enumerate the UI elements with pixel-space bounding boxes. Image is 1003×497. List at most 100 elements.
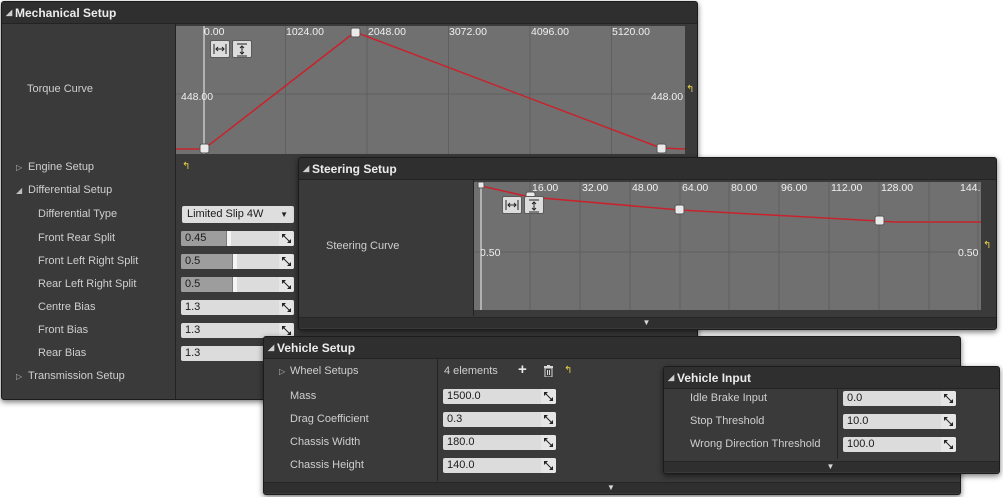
spin-arrows-icon[interactable]: [279, 231, 294, 246]
steering-curve-graph[interactable]: 16.00 32.00 48.00 64.00 80.00 96.00 112.…: [474, 182, 981, 310]
wheel-setups-count: 4 elements: [444, 365, 498, 377]
trash-icon[interactable]: [543, 365, 554, 377]
vehicle-input-panel: ◢ Vehicle Input Idle Brake Input 0.0 Sto…: [663, 366, 1000, 474]
steering-key-point[interactable]: [477, 182, 485, 189]
torque-key-point[interactable]: [350, 27, 361, 38]
rear-left-right-split-slider[interactable]: 0.5: [181, 277, 294, 292]
front-bias-label: Front Bias: [38, 324, 89, 336]
rear-left-right-split-value: 0.5: [185, 278, 201, 290]
engine-setup-label[interactable]: Engine Setup: [28, 161, 94, 173]
column-divider[interactable]: [837, 389, 838, 459]
spin-arrows-icon[interactable]: [541, 412, 556, 427]
vehicle-setup-header[interactable]: ◢ Vehicle Setup: [264, 337, 960, 359]
steering-tick-label: 48.00: [632, 182, 659, 194]
spin-arrows-icon[interactable]: [541, 389, 556, 404]
spin-arrows-icon[interactable]: [279, 254, 294, 269]
wrong-direction-threshold-value: 100.0: [847, 438, 875, 450]
expand-triangle-icon[interactable]: ▷: [279, 367, 285, 376]
collapse-triangle-icon[interactable]: ◢: [303, 158, 309, 180]
wheel-setups-label[interactable]: Wheel Setups: [290, 365, 358, 377]
mechanical-setup-header[interactable]: ◢ Mechanical Setup: [2, 2, 697, 24]
spin-arrows-icon[interactable]: [279, 277, 294, 292]
chevron-down-icon[interactable]: ▼: [607, 483, 615, 493]
chassis-width-label: Chassis Width: [290, 436, 361, 448]
expand-triangle-icon[interactable]: ▷: [16, 163, 22, 172]
wrong-direction-threshold-field[interactable]: 100.0: [843, 437, 956, 452]
drag-coefficient-label: Drag Coefficient: [290, 413, 369, 425]
idle-brake-input-field[interactable]: 0.0: [843, 391, 956, 406]
steering-setup-header[interactable]: ◢ Steering Setup: [299, 158, 996, 180]
wheel-setups-reset-icon[interactable]: ↰: [564, 365, 572, 376]
centre-bias-field[interactable]: 1.3: [181, 300, 294, 315]
front-left-right-split-slider[interactable]: 0.5: [181, 254, 294, 269]
column-divider[interactable]: [437, 359, 438, 481]
spin-arrows-icon[interactable]: [279, 300, 294, 315]
collapse-triangle-icon[interactable]: ◢: [16, 186, 22, 195]
front-rear-split-value: 0.45: [185, 232, 207, 244]
plus-icon[interactable]: +: [518, 361, 527, 378]
stop-threshold-field[interactable]: 10.0: [843, 414, 956, 429]
torque-reset-icon[interactable]: ↰: [686, 84, 694, 95]
fit-vertical-button[interactable]: [232, 40, 252, 58]
collapse-triangle-icon[interactable]: ◢: [268, 337, 274, 359]
engine-setup-reset-icon[interactable]: ↰: [182, 161, 190, 172]
torque-tick-label: 4096.00: [531, 26, 569, 38]
front-left-right-split-label: Front Left Right Split: [38, 255, 139, 267]
differential-type-label: Differential Type: [38, 208, 118, 220]
torque-tick-label: 2048.00: [368, 26, 406, 38]
spin-arrows-icon[interactable]: [541, 435, 556, 450]
spin-arrows-icon[interactable]: [941, 391, 956, 406]
torque-curve-graph[interactable]: 0.00 1024.00 2048.00 3072.00 4096.00 512…: [176, 26, 685, 154]
spin-arrows-icon[interactable]: [941, 414, 956, 429]
differential-type-value: Limited Slip 4W: [187, 208, 264, 220]
expand-triangle-icon[interactable]: ▷: [16, 372, 22, 381]
steering-tick-label: 32.00: [582, 182, 609, 194]
idle-brake-input-label: Idle Brake Input: [690, 392, 768, 404]
chassis-height-value: 140.0: [447, 459, 475, 471]
torque-tick-label: 5120.00: [612, 26, 650, 38]
vehicle-footer-bar[interactable]: ▼: [264, 482, 960, 493]
drag-coefficient-field[interactable]: 0.3: [443, 412, 556, 427]
fit-horizontal-icon: [213, 44, 227, 54]
chassis-height-label: Chassis Height: [290, 459, 364, 471]
vehicle-input-footer-bar[interactable]: ▼: [664, 461, 999, 472]
differential-setup-label[interactable]: Differential Setup: [28, 184, 112, 196]
transmission-setup-label[interactable]: Transmission Setup: [28, 370, 125, 382]
torque-curve-svg: [176, 26, 685, 154]
spin-arrows-icon[interactable]: [541, 458, 556, 473]
mass-value: 1500.0: [447, 390, 481, 402]
collapse-triangle-icon[interactable]: ◢: [6, 2, 12, 24]
steering-key-point[interactable]: [874, 215, 885, 226]
steering-tick-label: 64.00: [682, 182, 709, 194]
chassis-width-value: 180.0: [447, 436, 475, 448]
collapse-triangle-icon[interactable]: ◢: [668, 367, 674, 389]
fit-vertical-icon: [237, 43, 247, 57]
chassis-width-field[interactable]: 180.0: [443, 435, 556, 450]
torque-key-point[interactable]: [199, 143, 210, 154]
mass-label: Mass: [290, 390, 317, 402]
steering-key-point[interactable]: [674, 204, 685, 215]
chevron-down-icon[interactable]: ▼: [827, 462, 835, 472]
torque-key-point[interactable]: [656, 143, 667, 154]
fit-horizontal-button[interactable]: [210, 40, 230, 58]
torque-tick-label: 0.00: [204, 26, 225, 38]
steering-setup-panel: ◢ Steering Setup Steering Curve 16.00 32…: [298, 157, 997, 330]
steering-footer-bar[interactable]: ▼: [299, 317, 996, 328]
fit-horizontal-button[interactable]: [502, 196, 522, 214]
mass-field[interactable]: 1500.0: [443, 389, 556, 404]
front-rear-split-slider[interactable]: 0.45: [181, 231, 294, 246]
steering-tick-label: 96.00: [781, 182, 808, 194]
steering-reset-icon[interactable]: ↰: [983, 240, 991, 251]
stop-threshold-label: Stop Threshold: [690, 415, 765, 427]
differential-type-dropdown[interactable]: Limited Slip 4W ▼: [182, 206, 294, 223]
torque-left-value: 448.00: [181, 91, 214, 103]
fit-vertical-button[interactable]: [524, 196, 544, 214]
spin-arrows-icon[interactable]: [941, 437, 956, 452]
mechanical-setup-title: Mechanical Setup: [15, 6, 117, 20]
drag-coefficient-value: 0.3: [447, 413, 463, 425]
vehicle-input-header[interactable]: ◢ Vehicle Input: [664, 367, 999, 389]
chassis-height-field[interactable]: 140.0: [443, 458, 556, 473]
torque-right-value: 448.00: [651, 91, 684, 103]
front-rear-split-label: Front Rear Split: [38, 232, 116, 244]
chevron-down-icon[interactable]: ▼: [643, 318, 651, 328]
